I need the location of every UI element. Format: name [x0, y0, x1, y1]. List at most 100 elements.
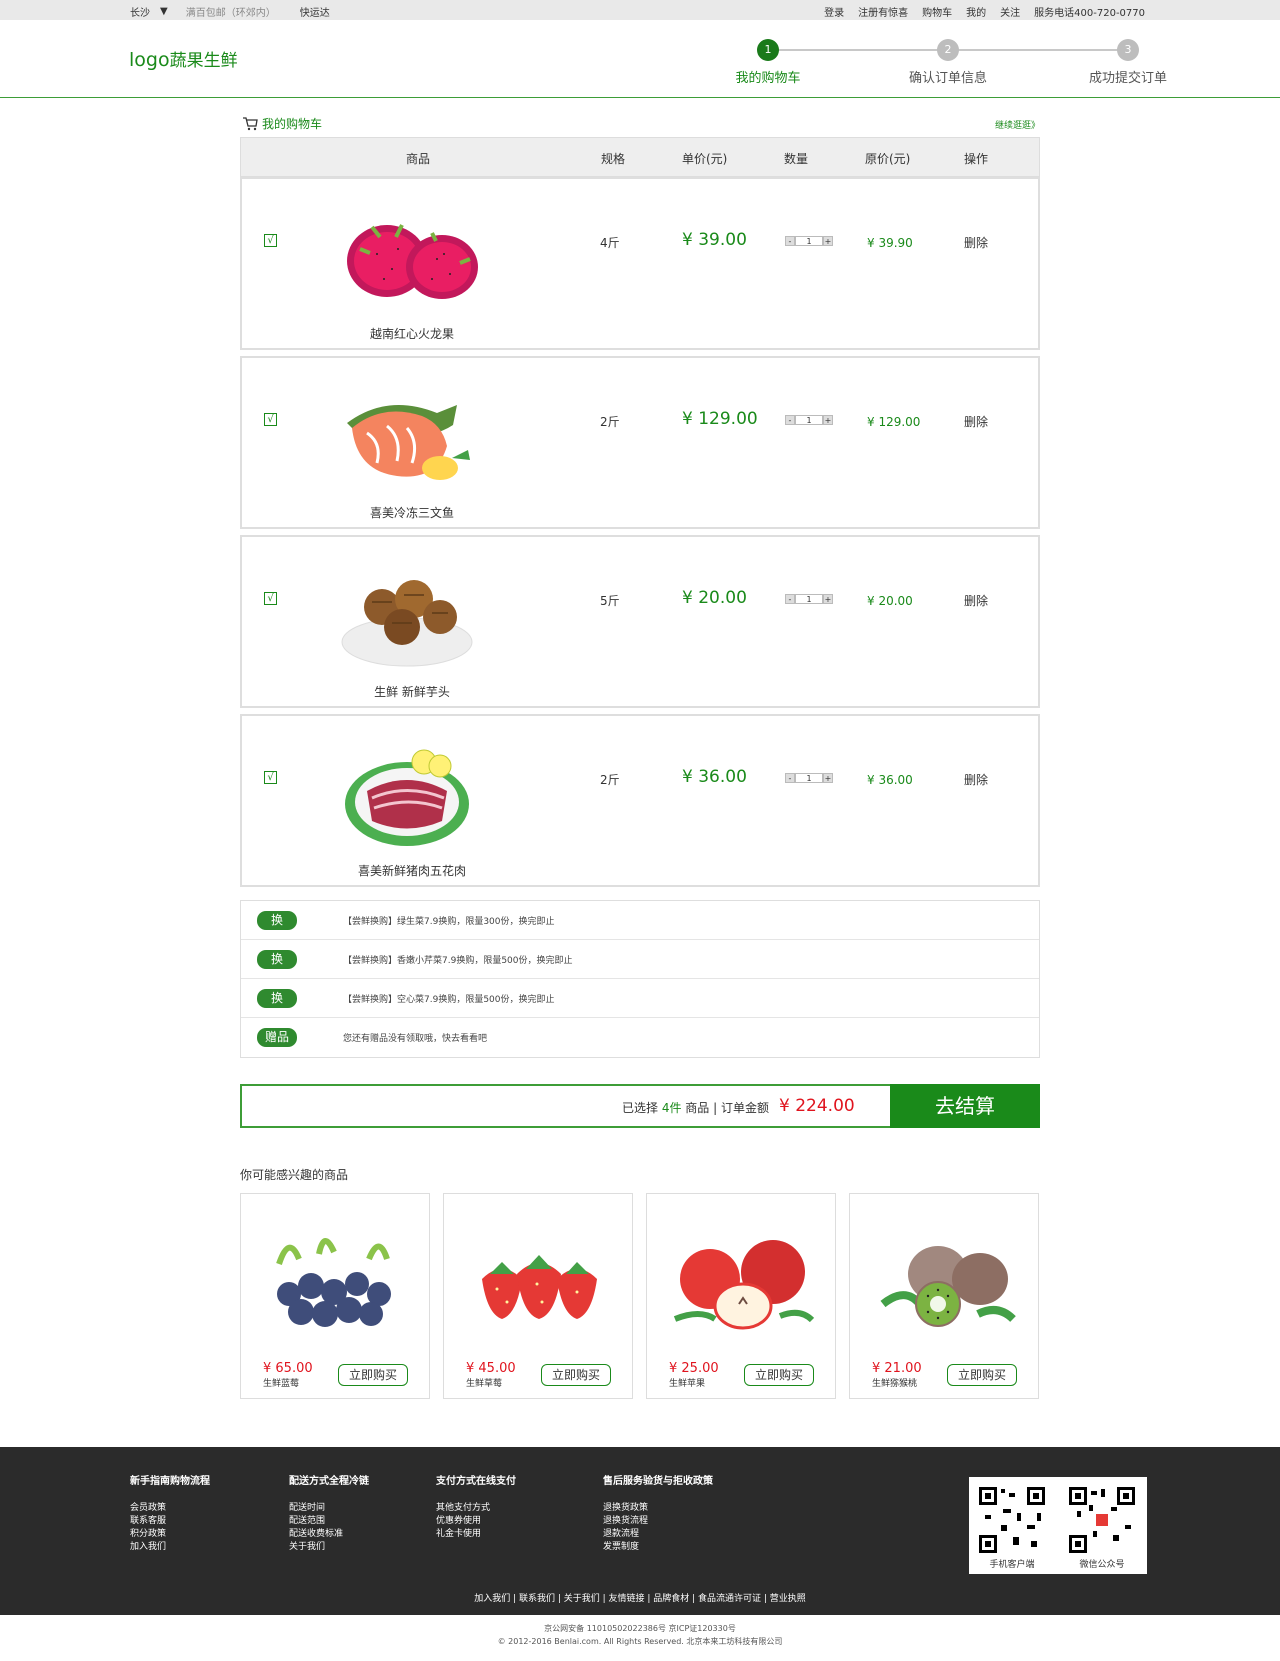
- checkout-button[interactable]: 去结算: [890, 1084, 1040, 1128]
- buy-now-button[interactable]: 立即购买: [947, 1364, 1017, 1386]
- qty-plus-button[interactable]: +: [823, 415, 833, 425]
- cart-title: 我的购物车: [262, 117, 323, 131]
- cart-item: √ 生鲜 新鲜芋头 5斤 ¥ 20.00 - 1 + ¥ 20.00 删除: [240, 535, 1040, 708]
- product-name[interactable]: 生鲜草莓: [466, 1376, 502, 1389]
- promo-row[interactable]: 换 【尝鲜换购】香嫩小芹菜7.9换购，限量500份，换完即止: [241, 940, 1039, 979]
- strawberry-image: [482, 1255, 597, 1319]
- continue-shopping-link[interactable]: 继续逛逛》: [995, 118, 1040, 131]
- qty-minus-button[interactable]: -: [785, 594, 795, 604]
- product-card[interactable]: ¥ 65.00 生鲜蓝莓 立即购买: [240, 1193, 430, 1399]
- recommend-title: 你可能感兴趣的商品: [240, 1168, 349, 1182]
- footer-link[interactable]: 联系客服: [130, 1515, 210, 1528]
- qty-input[interactable]: 1: [795, 594, 823, 604]
- delete-button[interactable]: 删除: [964, 413, 988, 430]
- copyright: 京公网安备 11010502022386号 京ICP证120330号 © 201…: [0, 1622, 1280, 1648]
- app-qr-code-icon: [977, 1485, 1047, 1555]
- product-card[interactable]: ¥ 21.00 生鲜猕猴桃 立即购买: [849, 1193, 1039, 1399]
- delete-button[interactable]: 删除: [964, 592, 988, 609]
- qty-plus-button[interactable]: +: [823, 594, 833, 604]
- apple-image: [673, 1240, 815, 1330]
- register-link[interactable]: 注册有惊喜: [858, 4, 908, 19]
- service-phone: 服务电话400-720-0770: [1034, 8, 1145, 19]
- city-selector[interactable]: 长沙: [130, 4, 150, 19]
- qty-plus-button[interactable]: +: [823, 236, 833, 246]
- footer-link[interactable]: 配送收费标准: [289, 1528, 369, 1541]
- item-name[interactable]: 喜美冷冻三文鱼: [302, 504, 522, 521]
- cart-item: √ 越南红心火龙果 4斤 ¥ 39.00 - 1 + ¥ 39.90 删除: [240, 177, 1040, 350]
- product-card[interactable]: ¥ 45.00 生鲜草莓 立即购买: [443, 1193, 633, 1399]
- item-checkbox[interactable]: √: [264, 592, 277, 605]
- promo-row[interactable]: 换 【尝鲜换购】空心菜7.9换购，限量500份，换完即止: [241, 979, 1039, 1018]
- qr-label-wechat: 微信公众号: [1079, 1560, 1125, 1570]
- buy-now-button[interactable]: 立即购买: [744, 1364, 814, 1386]
- order-summary-bar: 已选择 4件 商品 | 订单金额 ¥ 224.00 去结算: [240, 1084, 1040, 1128]
- express-link[interactable]: 快运达: [300, 4, 330, 19]
- footer-link[interactable]: 退换货流程: [603, 1515, 713, 1528]
- chevron-down-icon[interactable]: ▼: [160, 6, 168, 17]
- item-name[interactable]: 越南红心火龙果: [302, 325, 522, 342]
- qty-minus-button[interactable]: -: [785, 773, 795, 783]
- buy-now-button[interactable]: 立即购买: [338, 1364, 408, 1386]
- qty-input[interactable]: 1: [795, 415, 823, 425]
- col-price: 单价(元): [682, 152, 728, 166]
- buy-now-button[interactable]: 立即购买: [541, 1364, 611, 1386]
- header: logo蔬果生鲜 1 我的购物车 2 确认订单信息 3 成功提交订单: [0, 20, 1280, 98]
- cart-link[interactable]: 购物车: [922, 4, 952, 19]
- qty-input[interactable]: 1: [795, 236, 823, 246]
- product-name[interactable]: 生鲜苹果: [669, 1376, 705, 1389]
- item-orig-price: ¥ 129.00: [867, 415, 921, 429]
- item-checkbox[interactable]: √: [264, 234, 277, 247]
- footer-link[interactable]: 积分政策: [130, 1528, 210, 1541]
- promo-tag: 换: [257, 950, 297, 969]
- footer-link[interactable]: 会员政策: [130, 1502, 210, 1515]
- footer-link[interactable]: 礼金卡使用: [436, 1528, 516, 1541]
- footer-link[interactable]: 发票制度: [603, 1541, 713, 1554]
- product-card[interactable]: ¥ 25.00 生鲜苹果 立即购买: [646, 1193, 836, 1399]
- qty-input[interactable]: 1: [795, 773, 823, 783]
- taro-image: [341, 580, 473, 667]
- footer-link[interactable]: 退换货政策: [603, 1502, 713, 1515]
- qty-minus-button[interactable]: -: [785, 236, 795, 246]
- blueberry-image: [276, 1238, 391, 1327]
- delete-button[interactable]: 删除: [964, 771, 988, 788]
- item-spec: 2斤: [600, 415, 620, 429]
- quantity-stepper: - 1 +: [785, 594, 833, 604]
- login-link[interactable]: 登录: [824, 4, 844, 19]
- step-cart: 1 我的购物车: [698, 39, 838, 86]
- gift-tag: 赠品: [257, 1028, 297, 1047]
- item-checkbox[interactable]: √: [264, 413, 277, 426]
- free-shipping-note: 满百包邮（环郊内）: [185, 8, 276, 19]
- delete-button[interactable]: 删除: [964, 234, 988, 251]
- col-orig-price: 原价(元): [865, 152, 911, 166]
- footer-link[interactable]: 加入我们: [130, 1541, 210, 1554]
- col-product: 商品: [406, 152, 431, 166]
- my-account-link[interactable]: 我的: [966, 4, 986, 19]
- logo[interactable]: logo蔬果生鲜: [129, 46, 238, 71]
- product-name[interactable]: 生鲜蓝莓: [263, 1376, 299, 1389]
- footer-link[interactable]: 配送时间: [289, 1502, 369, 1515]
- qr-label-app: 手机客户端: [989, 1560, 1035, 1570]
- footer-link[interactable]: 退款流程: [603, 1528, 713, 1541]
- promo-row[interactable]: 赠品 您还有赠品没有领取哦，快去看看吧: [241, 1018, 1039, 1057]
- footer-link[interactable]: 关于我们: [289, 1541, 369, 1554]
- promo-text: 您还有赠品没有领取哦，快去看看吧: [343, 1034, 488, 1044]
- footer-link[interactable]: 其他支付方式: [436, 1502, 516, 1515]
- col-spec: 规格: [601, 152, 626, 166]
- promo-row[interactable]: 换 【尝鲜换购】绿生菜7.9换购，限量300份，换完即止: [241, 901, 1039, 940]
- product-name[interactable]: 生鲜猕猴桃: [872, 1376, 917, 1389]
- qty-plus-button[interactable]: +: [823, 773, 833, 783]
- item-name[interactable]: 生鲜 新鲜芋头: [302, 683, 522, 700]
- salmon-image: [347, 405, 470, 480]
- product-price: ¥ 21.00: [872, 1361, 922, 1376]
- item-checkbox[interactable]: √: [264, 771, 277, 784]
- promo-tag: 换: [257, 989, 297, 1008]
- footer-links[interactable]: 加入我们 | 联系我们 | 关于我们 | 友情链接 | 品牌食材 | 食品流通许…: [0, 1591, 1280, 1604]
- col-action: 操作: [964, 152, 989, 166]
- footer-link[interactable]: 配送范围: [289, 1515, 369, 1528]
- follow-link[interactable]: 关注: [1000, 4, 1020, 19]
- cart-table-header: 商品 规格 单价(元) 数量 原价(元) 操作: [240, 137, 1040, 177]
- qty-minus-button[interactable]: -: [785, 415, 795, 425]
- item-name[interactable]: 喜美新鲜猪肉五花肉: [302, 862, 522, 879]
- item-price: ¥ 36.00: [682, 767, 747, 787]
- footer-link[interactable]: 优惠券使用: [436, 1515, 516, 1528]
